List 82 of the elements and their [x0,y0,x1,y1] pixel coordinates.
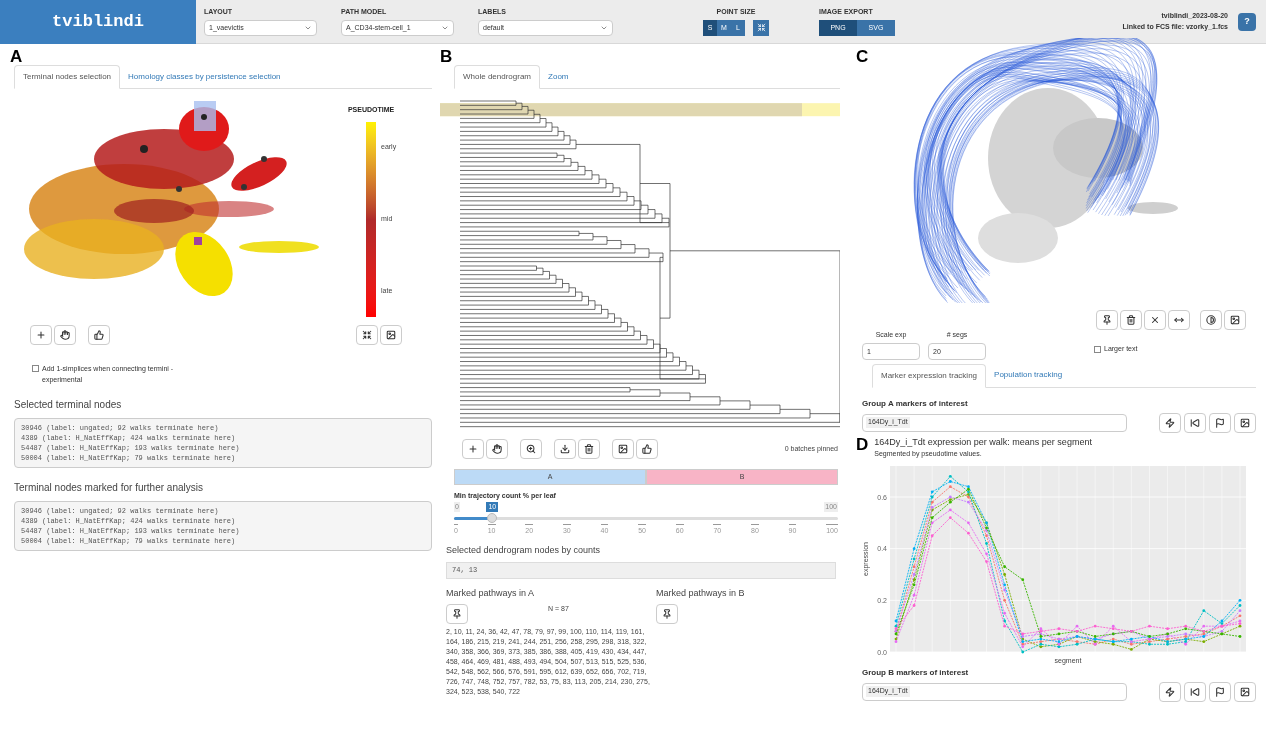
tab[interactable]: Zoom [540,65,577,88]
trash-icon [584,444,594,454]
slider-thumb[interactable] [487,512,498,523]
pin-icon [662,609,672,619]
image-icon [1240,417,1250,428]
tab[interactable]: Homology classes by persistence selection [120,65,289,88]
lightning-icon [1165,686,1175,697]
trash-icon [1126,315,1136,325]
hand-icon [492,444,502,454]
hand-button[interactable] [486,439,508,459]
panel-letter: B [440,48,454,65]
export-image-button[interactable] [612,439,634,459]
checkbox[interactable] [32,364,39,372]
export-image-button[interactable] [1224,310,1246,330]
tab[interactable]: Whole dendrogram [454,65,541,89]
image-icon [1240,686,1250,697]
hand-icon [60,329,70,340]
thumbs-up-icon [642,444,652,454]
panel-letter: C [856,48,869,68]
clear-button[interactable] [1144,310,1166,330]
swap-button[interactable] [1168,310,1190,330]
contrast-icon [1206,315,1216,325]
close-icon [1150,315,1160,325]
export-image-button[interactable] [380,324,402,345]
flag-icon [1215,686,1225,697]
contrast-button[interactable] [1200,310,1222,330]
help-button[interactable]: ? [1238,12,1256,31]
shrink-icon [756,23,766,33]
field-label: Group A markers of interest [862,397,969,410]
section-heading: Marked pathways in A [446,586,536,600]
reset-button[interactable] [1184,681,1206,702]
tab[interactable]: Terminal nodes selection [14,65,121,89]
reset-button[interactable] [1184,412,1206,433]
selection-highlight [194,101,216,131]
flag-icon [1215,417,1225,428]
zoom-button[interactable] [520,439,542,459]
fullscreen-button[interactable] [356,324,378,345]
slider-track[interactable] [454,516,838,520]
flag-button[interactable] [1209,412,1231,433]
plus-icon [468,444,478,454]
node-marker [194,237,202,245]
delete-button[interactable] [1120,310,1142,330]
pin-icon [452,609,462,619]
skip-back-icon [1190,686,1200,697]
download-icon [560,444,570,454]
lightning-icon [1165,417,1175,428]
panel-letter: A [10,48,24,65]
plus-icon [36,329,46,340]
pin-button[interactable] [656,604,678,624]
export-image-button[interactable] [1234,412,1256,433]
tab[interactable]: Marker expression tracking [872,363,987,388]
hand-button[interactable] [54,324,76,345]
image-icon [386,329,396,340]
panel-letter: D [856,435,869,453]
run-button[interactable] [1159,681,1181,702]
delete-button[interactable] [578,439,600,459]
section-heading: Selected terminal nodes [14,397,123,412]
fullscreen-button[interactable] [753,19,769,36]
run-button[interactable] [1159,412,1181,433]
thumbs-up-icon [94,329,104,340]
pin-icon [1102,315,1112,325]
section-heading: Marked pathways in B [656,586,745,600]
like-button[interactable] [88,324,110,345]
image-icon [1230,315,1240,325]
skip-back-icon [1190,417,1200,428]
checkbox[interactable] [1094,345,1101,353]
field-label: Group B markers of interest [862,666,970,679]
plot-title: 164Dy_i_Tdt expression per walk: means per segment [874,435,1092,449]
export-image-button[interactable] [1234,681,1256,702]
logo: tviblindi [0,0,196,44]
pin-button[interactable] [1096,310,1118,330]
tab[interactable]: Population tracking [986,363,1071,387]
shrink-icon [362,329,372,340]
horizontal-arrows-icon [1174,315,1184,325]
section-heading: Terminal nodes marked for further analysis [14,480,204,495]
image-icon [618,444,628,454]
pin-button[interactable] [446,604,468,624]
like-button[interactable] [636,439,658,459]
section-heading: Selected dendrogram nodes by counts [446,544,602,557]
zoom-in-icon [526,444,536,454]
download-button[interactable] [554,439,576,459]
flag-button[interactable] [1209,681,1231,702]
